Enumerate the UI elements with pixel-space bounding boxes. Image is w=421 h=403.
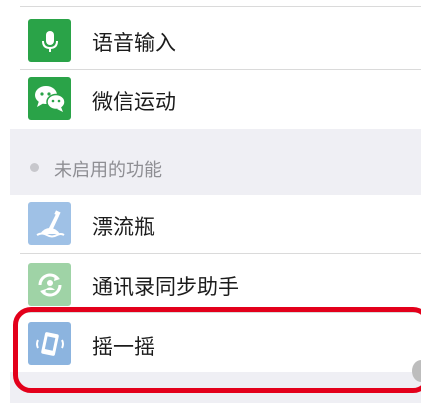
left-margin (0, 0, 10, 403)
feature-row-contact-sync[interactable]: 通讯录同步助手 (10, 254, 421, 312)
feature-row-wechat-sport[interactable]: 微信运动 (10, 70, 421, 128)
top-divider (20, 6, 421, 7)
feature-label-voice-input: 语音输入 (92, 31, 176, 55)
feature-label-drift-bottle: 漂流瓶 (92, 215, 155, 239)
section-dot-icon (30, 163, 39, 172)
drift-bottle-icon (28, 202, 71, 245)
feature-label-wechat-sport: 微信运动 (92, 90, 176, 114)
disabled-section-title: 未启用的功能 (54, 160, 162, 181)
contact-sync-icon (28, 263, 71, 306)
feature-row-voice-input[interactable]: 语音输入 (10, 12, 421, 68)
feature-label-contact-sync: 通讯录同步助手 (92, 275, 239, 299)
microphone-icon (28, 19, 71, 62)
highlight-annotation (13, 307, 421, 393)
feature-row-drift-bottle[interactable]: 漂流瓶 (10, 195, 421, 253)
chat-bubbles-icon (28, 77, 71, 120)
